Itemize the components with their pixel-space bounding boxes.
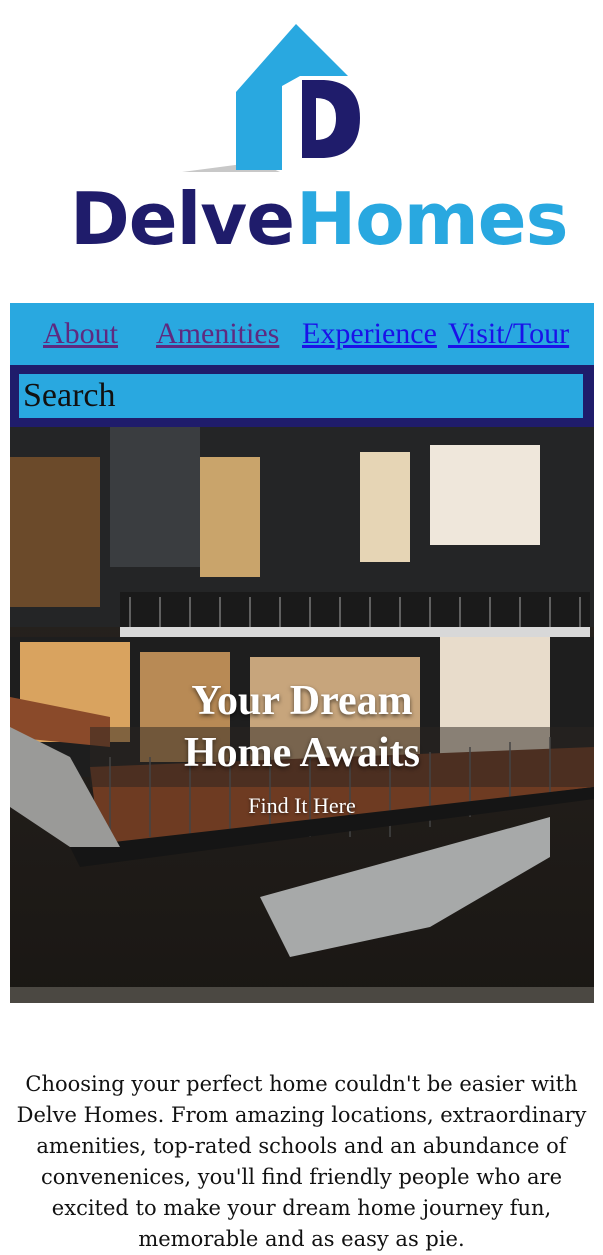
delve-homes-logo: Delve Homes xyxy=(70,24,568,261)
brand-name-part1: Delve xyxy=(70,177,294,261)
main-nav: About Amenities Experience Visit/Tour xyxy=(10,303,594,365)
hero-banner: Your Dream Home Awaits Find It Here xyxy=(10,427,594,1003)
nav-about-link[interactable]: About xyxy=(43,316,118,352)
logo: Delve Homes xyxy=(0,0,603,290)
hero-subtitle: Find It Here xyxy=(248,793,356,818)
nav-amenities-link[interactable]: Amenities xyxy=(156,316,279,352)
intro-paragraph: Choosing your perfect home couldn't be e… xyxy=(16,1072,587,1251)
hero-title-line1: Your Dream xyxy=(191,678,413,724)
nav-visit-tour-link[interactable]: Visit/Tour xyxy=(448,316,569,352)
nav-experience-link[interactable]: Experience xyxy=(302,316,437,352)
search-bar xyxy=(10,365,594,427)
search-input[interactable] xyxy=(16,371,586,421)
brand-name-part2: Homes xyxy=(296,177,567,261)
hero-title-line2: Home Awaits xyxy=(183,730,421,776)
hero-title: Your Dream Home Awaits xyxy=(10,675,594,779)
